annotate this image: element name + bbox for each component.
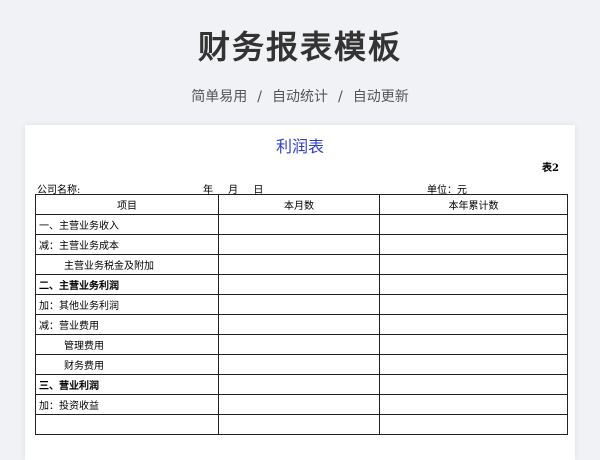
table-row [35, 414, 568, 435]
cell-month-value[interactable] [218, 334, 380, 355]
row-label [35, 414, 219, 435]
row-label: 一、主营业务收入 [35, 214, 219, 235]
cell-month-value[interactable] [218, 274, 380, 295]
row-label: 加：投资收益 [35, 394, 219, 415]
cell-ytd-value[interactable] [379, 234, 568, 255]
table-row: 加：其他业务利润 [35, 294, 568, 315]
column-header-ytd: 本年累计数 [379, 194, 568, 215]
row-label: 减：主营业务成本 [35, 234, 219, 255]
report-title: 利润表 [275, 137, 324, 156]
cell-month-value[interactable] [218, 254, 380, 275]
row-label: 二、主营业务利润 [35, 274, 219, 295]
cell-month-value[interactable] [218, 414, 380, 435]
row-label: 加：其他业务利润 [35, 294, 219, 315]
column-header-month: 本月数 [218, 194, 380, 215]
cell-month-value[interactable] [218, 314, 380, 335]
page-subtitle: 简单易用 / 自动统计 / 自动更新 [0, 86, 600, 106]
cell-ytd-value[interactable] [379, 254, 568, 275]
subtitle-separator: / [338, 89, 343, 105]
table-row: 减：主营业务成本 [35, 234, 568, 255]
table-row: 加：投资收益 [35, 394, 568, 415]
income-statement-table: 项目 本月数 本年累计数 一、主营业务收入 减：主营业务成本 主营业务税金及附加 二、… [35, 194, 568, 435]
table-row: 一、主营业务收入 [35, 214, 568, 235]
cell-ytd-value[interactable] [379, 214, 568, 235]
cell-month-value[interactable] [218, 214, 380, 235]
table-row: 二、主营业务利润 [35, 274, 568, 295]
subtitle-item: 自动统计 [272, 89, 328, 105]
cell-month-value[interactable] [218, 234, 380, 255]
cell-ytd-value[interactable] [379, 394, 568, 415]
table-row: 三、营业利润 [35, 374, 568, 395]
row-label: 财务费用 [35, 354, 219, 375]
row-label: 主营业务税金及附加 [35, 254, 219, 275]
subtitle-separator: / [257, 89, 262, 105]
cell-ytd-value[interactable] [379, 374, 568, 395]
page-title: 财务报表模板 [197, 28, 402, 66]
cell-month-value[interactable] [218, 294, 380, 315]
column-header-item: 项目 [35, 194, 219, 215]
cell-ytd-value[interactable] [379, 274, 568, 295]
row-label: 减：营业费用 [35, 314, 219, 335]
cell-ytd-value[interactable] [379, 294, 568, 315]
subtitle-item: 简单易用 [191, 89, 248, 105]
cell-month-value[interactable] [218, 374, 380, 395]
cell-ytd-value[interactable] [379, 334, 568, 355]
cell-ytd-value[interactable] [379, 354, 568, 375]
cell-ytd-value[interactable] [379, 414, 568, 435]
table-row: 管理费用 [35, 334, 568, 355]
table-header-row: 项目 本月数 本年累计数 [35, 194, 568, 215]
cell-ytd-value[interactable] [379, 314, 568, 335]
cell-month-value[interactable] [218, 394, 380, 415]
table-row: 减：营业费用 [35, 314, 568, 335]
report-sheet: 利润表 表2 公司名称: 年 月 日 单位：元 项目 本月数 本年累计数 一、主… [25, 125, 575, 460]
subtitle-item: 自动更新 [352, 89, 409, 105]
report-code: 表2 [542, 163, 559, 174]
row-label: 三、营业利润 [35, 374, 219, 395]
row-label: 管理费用 [35, 334, 219, 355]
table-row: 财务费用 [35, 354, 568, 375]
cell-month-value[interactable] [218, 354, 380, 375]
table-row: 主营业务税金及附加 [35, 254, 568, 275]
